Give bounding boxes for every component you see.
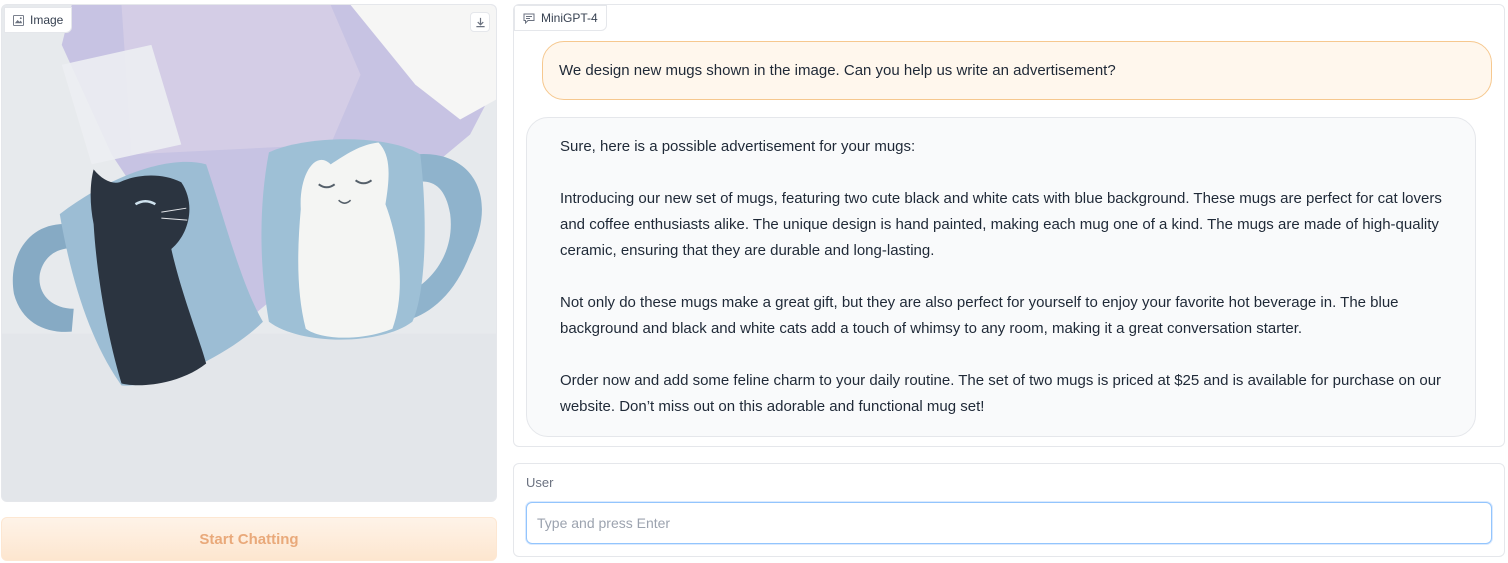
- start-chatting-button[interactable]: Start Chatting: [1, 517, 497, 561]
- chat-bubble-icon: [523, 13, 535, 24]
- download-button[interactable]: [470, 12, 490, 32]
- bot-message-paragraph: Not only do these mugs make a great gift…: [560, 294, 1399, 337]
- download-icon: [475, 17, 485, 27]
- bot-message-paragraph: Sure, here is a possible advertisement f…: [560, 138, 916, 155]
- chatbot-label-text: MiniGPT-4: [541, 11, 598, 25]
- user-message: We design new mugs shown in the image. C…: [542, 41, 1492, 100]
- image-label: Image: [4, 7, 73, 33]
- user-message-text: We design new mugs shown in the image. C…: [559, 61, 1116, 79]
- user-input-panel: User: [513, 463, 1505, 557]
- image-label-text: Image: [30, 13, 64, 27]
- image-panel[interactable]: Image: [1, 4, 497, 502]
- chatbot-panel[interactable]: MiniGPT-4 We design new mugs shown in th…: [513, 4, 1505, 447]
- user-message-input[interactable]: [526, 502, 1492, 544]
- uploaded-photo: [2, 5, 496, 501]
- chatbot-label: MiniGPT-4: [514, 5, 607, 31]
- image-icon: [13, 14, 24, 26]
- bot-message-paragraph: Introducing our new set of mugs, featuri…: [560, 190, 1442, 259]
- bot-message: Sure, here is a possible advertisement f…: [526, 117, 1476, 437]
- user-input-label: User: [526, 475, 554, 490]
- bot-message-paragraph: Order now and add some feline charm to y…: [560, 372, 1442, 415]
